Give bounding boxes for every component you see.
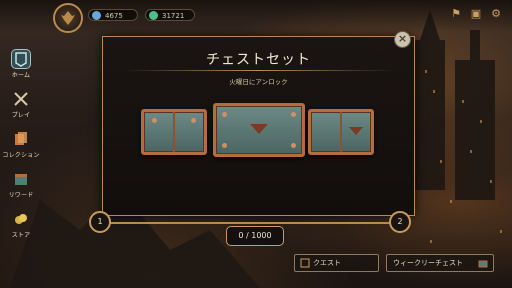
sidebar: ホーム プレイ コレクション リワード ストア — [0, 36, 42, 288]
top-right-icons: ⚑ ▣ ⚙ — [450, 8, 502, 20]
top-bar: 4675 31721 ⚑ ▣ ⚙ — [0, 0, 512, 33]
title-divider — [123, 70, 394, 71]
green-currency-value: 31721 — [162, 12, 185, 20]
sidebar-item-collection[interactable]: コレクション — [0, 130, 42, 159]
quest-button[interactable]: クエスト — [294, 254, 379, 272]
sidebar-item-label: リワード — [8, 192, 34, 199]
rewards-icon — [12, 170, 30, 188]
sidebar-item-label: ストア — [11, 232, 31, 239]
quest-button-label: クエスト — [313, 259, 341, 267]
sidebar-item-home[interactable]: ホーム — [0, 50, 42, 79]
player-emblem[interactable] — [53, 3, 83, 33]
progress-counter: 0 / 1000 — [226, 226, 284, 246]
milestone-node-start[interactable]: 1 — [89, 211, 111, 233]
sidebar-item-play[interactable]: プレイ — [0, 90, 42, 119]
play-icon — [12, 90, 30, 108]
unlock-text: 火曜日にアンロック — [229, 78, 288, 86]
store-icon — [12, 210, 30, 228]
close-button[interactable]: × — [394, 31, 411, 48]
progress-track — [108, 222, 400, 224]
chest-icon[interactable] — [308, 109, 374, 155]
blue-gem-icon — [92, 11, 101, 20]
sidebar-item-label: プレイ — [11, 112, 31, 119]
chest-icon[interactable] — [141, 109, 207, 155]
wishlist-icon[interactable]: ⚑ — [450, 8, 462, 20]
quest-icon — [300, 258, 310, 268]
sidebar-item-store[interactable]: ストア — [0, 210, 42, 239]
weekly-chest-button[interactable]: ウィークリーチェスト — [386, 254, 494, 272]
sidebar-item-rewards[interactable]: リワード — [0, 170, 42, 199]
close-icon: × — [397, 32, 408, 45]
blue-currency-value: 4675 — [105, 12, 123, 20]
weekly-chest-button-label: ウィークリーチェスト — [393, 259, 463, 267]
milestone-node-end[interactable]: 2 — [389, 211, 411, 233]
sidebar-item-label: ホーム — [11, 72, 31, 79]
sidebar-item-label: コレクション — [2, 152, 40, 159]
collection-icon — [12, 130, 30, 148]
green-shard-icon — [149, 11, 158, 20]
dragon-emblem-icon — [61, 11, 75, 25]
chest-icon — [478, 260, 488, 268]
chest-icon[interactable] — [213, 103, 305, 157]
home-icon — [12, 50, 30, 68]
chest-set-modal: チェストセット 火曜日にアンロック — [102, 36, 415, 216]
inbox-icon[interactable]: ▣ — [470, 8, 482, 20]
settings-icon[interactable]: ⚙ — [490, 8, 502, 20]
blue-currency: 4675 — [88, 9, 138, 21]
green-currency: 31721 — [145, 9, 195, 21]
modal-title: チェストセット — [206, 52, 311, 68]
